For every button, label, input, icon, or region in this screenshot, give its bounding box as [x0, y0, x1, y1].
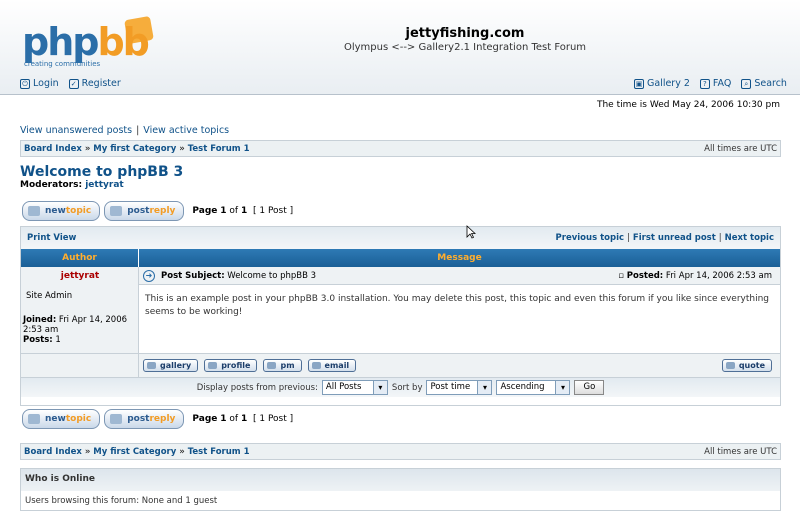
- post-actions-row: gallery profile pm email quote: [21, 353, 780, 377]
- next-topic-link[interactable]: Next topic: [725, 233, 774, 243]
- faq-link[interactable]: ? FAQ: [699, 78, 731, 89]
- faq-icon: ?: [699, 78, 710, 89]
- col-author: Author: [21, 249, 139, 267]
- sort-order-select[interactable]: Ascending: [496, 380, 571, 395]
- login-icon: ⏻: [20, 78, 30, 89]
- first-unread-link[interactable]: First unread post: [633, 233, 716, 243]
- breadcrumb: Board Index » My first Category » Test F…: [20, 140, 781, 157]
- topic-table: Print View Previous topic | First unread p…: [20, 226, 781, 406]
- post-reply-button[interactable]: postreply: [104, 201, 185, 221]
- site-name: jettyfishing.com: [405, 26, 525, 41]
- search-icon: ⌕: [741, 78, 752, 89]
- nav-left: ⏻ Login ✓ Register: [20, 78, 121, 89]
- view-active-link[interactable]: View active topics: [143, 125, 229, 136]
- crumb-forum[interactable]: Test Forum 1: [188, 144, 250, 154]
- phpbb-logo[interactable]: phpbb creating communities: [22, 14, 162, 74]
- crumb-board-index[interactable]: Board Index: [24, 144, 82, 154]
- sort-by-select[interactable]: Post time: [426, 380, 493, 395]
- author-details: Joined: Fri Apr 14, 2006 2:53 am Posts: …: [23, 315, 128, 345]
- crumb-forum-bottom[interactable]: Test Forum 1: [188, 447, 250, 457]
- action-buttons-bottom: newtopic postreply Page 1 of 1 [ 1 Post …: [22, 409, 293, 429]
- gallery-button[interactable]: gallery: [143, 359, 199, 372]
- current-time: The time is Wed May 24, 2006 10:30 pm: [596, 100, 780, 110]
- post-reply-button-bottom[interactable]: postreply: [104, 409, 185, 429]
- moderator-link[interactable]: jettyrat: [85, 180, 123, 190]
- mouse-cursor-icon: [466, 225, 476, 239]
- timezone-note: All times are UTC: [704, 144, 777, 154]
- crumb-category[interactable]: My first Category: [93, 144, 176, 154]
- post-subject-bar: ➜ Post Subject: Welcome to phpBB 3 ▫ Post…: [139, 267, 780, 285]
- logo-tagline: creating communities: [24, 60, 101, 68]
- col-message: Message: [437, 253, 482, 263]
- site-description: Olympus <--> Gallery2.1 Integration Test…: [343, 42, 587, 53]
- new-topic-button-bottom[interactable]: newtopic: [22, 409, 101, 429]
- quote-button[interactable]: quote: [721, 359, 772, 372]
- crumb-category-bottom[interactable]: My first Category: [93, 447, 176, 457]
- table-header: Author Message: [21, 249, 780, 267]
- register-link[interactable]: ✓ Register: [68, 78, 121, 89]
- display-posts-select[interactable]: All Posts: [321, 380, 388, 395]
- pagination: Page 1 of 1 [ 1 Post ]: [192, 206, 294, 216]
- print-view-link[interactable]: Print View: [27, 233, 76, 243]
- logo-wordmark: phpbb: [22, 20, 150, 64]
- who-online-text: Users browsing this forum: None and 1 gu…: [25, 496, 218, 506]
- gallery-link[interactable]: ▣ Gallery 2: [634, 78, 690, 89]
- crumb-board-index-bottom[interactable]: Board Index: [24, 447, 82, 457]
- post-file-icon[interactable]: ▫: [618, 271, 624, 281]
- page-header: phpbb creating communities jettyfishing.…: [0, 0, 800, 95]
- who-online-title: Who is Online: [21, 469, 780, 491]
- post-arrow-icon[interactable]: ➜: [143, 269, 155, 282]
- search-link[interactable]: ⌕ Search: [741, 78, 787, 89]
- nav-right: ▣ Gallery 2 ? FAQ ⌕ Search: [634, 78, 787, 89]
- action-buttons-top: newtopic postreply Page 1 of 1 [ 1 Post …: [22, 201, 293, 221]
- post-subject: Welcome to phpBB 3: [227, 270, 317, 281]
- new-topic-button[interactable]: newtopic: [22, 201, 101, 221]
- pagination-bottom: Page 1 of 1 [ 1 Post ]: [192, 414, 294, 424]
- moderators: Moderators: jettyrat: [20, 180, 124, 190]
- profile-button[interactable]: profile: [204, 359, 258, 372]
- previous-topic-link[interactable]: Previous topic: [556, 233, 625, 243]
- forum-title[interactable]: Welcome to phpBB 3: [20, 164, 183, 180]
- register-icon: ✓: [68, 78, 79, 89]
- who-is-online: Who is Online Users browsing this forum:…: [20, 468, 781, 511]
- display-filter-bar: Display posts from previous: All Posts S…: [21, 377, 780, 397]
- email-button[interactable]: email: [307, 359, 357, 372]
- go-button[interactable]: Go: [574, 380, 605, 395]
- topic-nav-bar: Print View Previous topic | First unread p…: [21, 227, 780, 249]
- pm-button[interactable]: pm: [263, 359, 302, 372]
- post-date: Fri Apr 14, 2006 2:53 am: [665, 270, 772, 281]
- post-body: This is an example post in your phpBB 3.…: [145, 294, 769, 317]
- post-author[interactable]: jettyrat: [21, 271, 139, 281]
- quick-links: View unanswered posts | View active topics: [20, 125, 230, 136]
- gallery-icon: ▣: [634, 78, 644, 89]
- view-unanswered-link[interactable]: View unanswered posts: [20, 125, 132, 136]
- author-rank: Site Admin: [26, 291, 73, 301]
- timezone-note-bottom: All times are UTC: [704, 447, 777, 457]
- post-author-panel: jettyrat Site Admin Joined: Fri Apr 14, …: [21, 267, 139, 353]
- post-content: ➜ Post Subject: Welcome to phpBB 3 ▫ Post…: [139, 267, 780, 353]
- login-link[interactable]: ⏻ Login: [20, 78, 59, 89]
- post-row: jettyrat Site Admin Joined: Fri Apr 14, …: [21, 267, 780, 353]
- breadcrumb-bottom: Board Index » My first Category » Test F…: [20, 443, 781, 460]
